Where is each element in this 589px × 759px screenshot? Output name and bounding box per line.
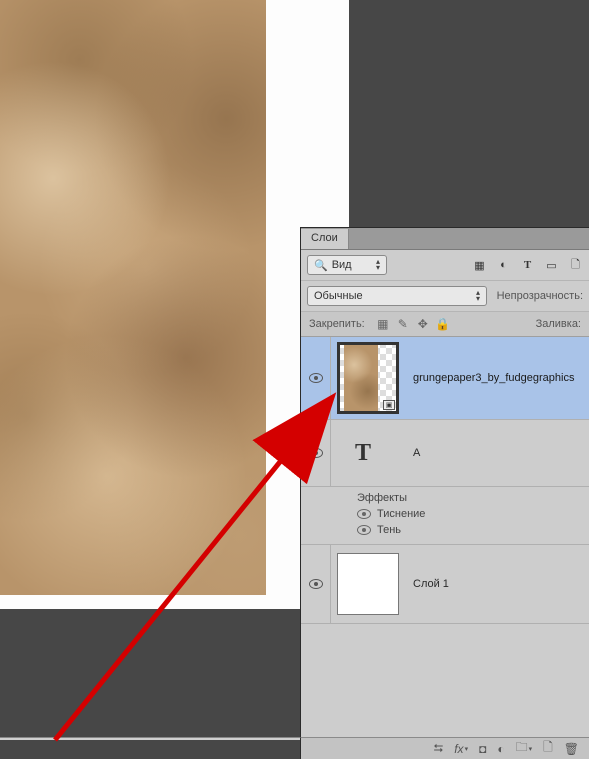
effect-item[interactable]: Тень	[357, 522, 589, 538]
filter-row: 🔍Вид ▴▾ ▦ ◐ T ▭ 🗋	[301, 250, 589, 281]
kind-label: Вид	[332, 259, 352, 271]
layer-effects: Эффекты Тиснение Тень	[301, 487, 589, 545]
panel-tabs: Слои	[301, 228, 589, 250]
lock-label: Закрепить:	[309, 318, 365, 330]
layer-row[interactable]: ▣ grungepaper3_by_fudgegraphics	[301, 337, 589, 420]
filter-smart-icon[interactable]: 🗋	[568, 258, 583, 273]
effect-name: Тень	[377, 524, 401, 536]
visibility-toggle[interactable]	[301, 337, 331, 419]
fx-icon[interactable]: fx▾	[454, 742, 468, 756]
eye-icon	[309, 579, 323, 589]
eye-icon[interactable]	[357, 525, 371, 535]
filter-shape-icon[interactable]: ▭	[544, 258, 559, 273]
opacity-label: Непрозрачность:	[497, 290, 583, 302]
new-layer-icon[interactable]: 🗋	[543, 738, 553, 759]
lock-all-icon[interactable]: 🔒	[435, 316, 451, 332]
layer-row[interactable]: Слой 1	[301, 545, 589, 624]
filter-type-icon[interactable]: T	[520, 258, 535, 273]
effects-title: Эффекты	[357, 492, 407, 504]
adjustment-icon[interactable]: ◐	[497, 742, 504, 756]
effects-header[interactable]: Эффекты	[357, 490, 589, 506]
link-layers-icon[interactable]: ⮀	[434, 741, 444, 756]
blend-mode-select[interactable]: Обычные ▴▾	[307, 286, 487, 306]
canvas-area	[0, 0, 300, 759]
lock-row: Закрепить: ▦ ✎ ✥ 🔒 Заливка:	[301, 312, 589, 337]
layer-thumbnail[interactable]: ▣	[337, 342, 399, 414]
layer-name[interactable]: grungepaper3_by_fudgegraphics	[413, 372, 574, 384]
eye-icon[interactable]	[357, 509, 371, 519]
canvas-texture-image	[0, 0, 266, 595]
trash-icon[interactable]: 🗑	[564, 742, 579, 756]
filter-pixel-icon[interactable]: ▦	[472, 258, 487, 273]
lock-position-icon[interactable]: ✥	[415, 316, 431, 332]
fill-label: Заливка:	[536, 318, 581, 330]
smart-object-icon: ▣	[383, 400, 395, 410]
eye-icon	[309, 373, 323, 383]
effect-name: Тиснение	[377, 508, 425, 520]
filter-adjust-icon[interactable]: ◐	[496, 258, 511, 273]
layers-list: ▣ grungepaper3_by_fudgegraphics T A Эффе…	[301, 337, 589, 737]
layer-name[interactable]: A	[413, 447, 420, 459]
layer-thumbnail[interactable]: T	[343, 438, 383, 468]
visibility-toggle[interactable]	[301, 545, 331, 623]
blend-mode-value: Обычные	[314, 290, 363, 302]
canvas-scrollbar[interactable]	[0, 737, 300, 740]
panel-footer: ⮀ fx▾ ◘ ◐ 🗀▾ 🗋 🗑	[300, 737, 589, 759]
visibility-toggle[interactable]	[301, 420, 331, 486]
tab-layers[interactable]: Слои	[301, 229, 349, 249]
layer-thumbnail[interactable]	[337, 553, 399, 615]
layers-panel: Слои 🔍Вид ▴▾ ▦ ◐ T ▭ 🗋 Обычные ▴▾ Непроз…	[300, 227, 589, 737]
eye-icon	[309, 448, 323, 458]
filter-icons: ▦ ◐ T ▭ 🗋	[472, 258, 583, 273]
effect-item[interactable]: Тиснение	[357, 506, 589, 522]
select-arrows-icon: ▴▾	[476, 290, 480, 302]
group-icon[interactable]: 🗀▾	[516, 738, 533, 759]
mask-icon[interactable]: ◘	[479, 742, 486, 756]
blend-row: Обычные ▴▾ Непрозрачность:	[301, 281, 589, 312]
kind-select[interactable]: 🔍Вид ▴▾	[307, 255, 387, 275]
lock-pixels-icon[interactable]: ✎	[395, 316, 411, 332]
layer-row[interactable]: T A	[301, 420, 589, 487]
layer-name[interactable]: Слой 1	[413, 578, 449, 590]
lock-transparency-icon[interactable]: ▦	[375, 316, 391, 332]
select-arrows-icon: ▴▾	[376, 259, 380, 271]
